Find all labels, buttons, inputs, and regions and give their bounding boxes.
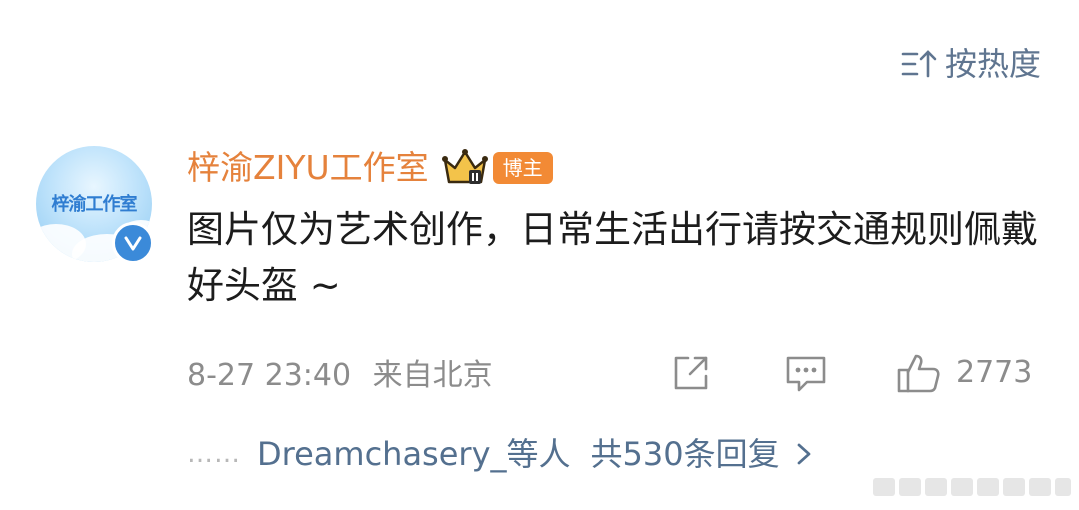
comment-location: 来自北京 (372, 358, 493, 393)
comment-meta: 8-27 23:40 来自北京 (187, 354, 493, 398)
sort-button[interactable]: 按热度 (901, 42, 1041, 86)
like-count: 2773 (956, 355, 1033, 390)
share-icon (674, 356, 708, 390)
crown-icon (441, 149, 488, 184)
replies-row[interactable]: …… Dreamchasery_等人 共530条回复 (187, 432, 818, 476)
watermark (873, 478, 1071, 496)
reply-total[interactable]: 共530条回复 (591, 432, 780, 476)
comment-date: 8-27 23:40 (187, 358, 352, 393)
username[interactable]: 梓渝ZIYU工作室 (187, 146, 429, 190)
role-badge: 博主 (492, 152, 553, 184)
name-row: 梓渝ZIYU工作室 博主 (187, 146, 553, 190)
verified-icon (112, 222, 154, 264)
share-button[interactable] (668, 350, 714, 396)
comment-button[interactable] (783, 350, 829, 396)
comment-page: 按热度 梓渝工作室 梓渝ZIYU工作室 博主 图片仅为艺术创作，日常生活出行请按… (0, 0, 1079, 510)
thumbs-up-icon (897, 354, 940, 393)
avatar-text: 梓渝工作室 (51, 194, 138, 215)
reply-users[interactable]: Dreamchasery_等人 (257, 432, 571, 476)
reply-dots: …… (187, 439, 241, 469)
comment-text: 图片仅为艺术创作，日常生活出行请按交通规则佩戴好头盔 ~ (187, 208, 1038, 307)
sort-icon (901, 50, 937, 78)
comment-icon (786, 356, 826, 392)
sort-label: 按热度 (944, 45, 1041, 83)
chevron-right-icon (797, 443, 811, 465)
like-button[interactable]: 2773 (896, 350, 1032, 396)
